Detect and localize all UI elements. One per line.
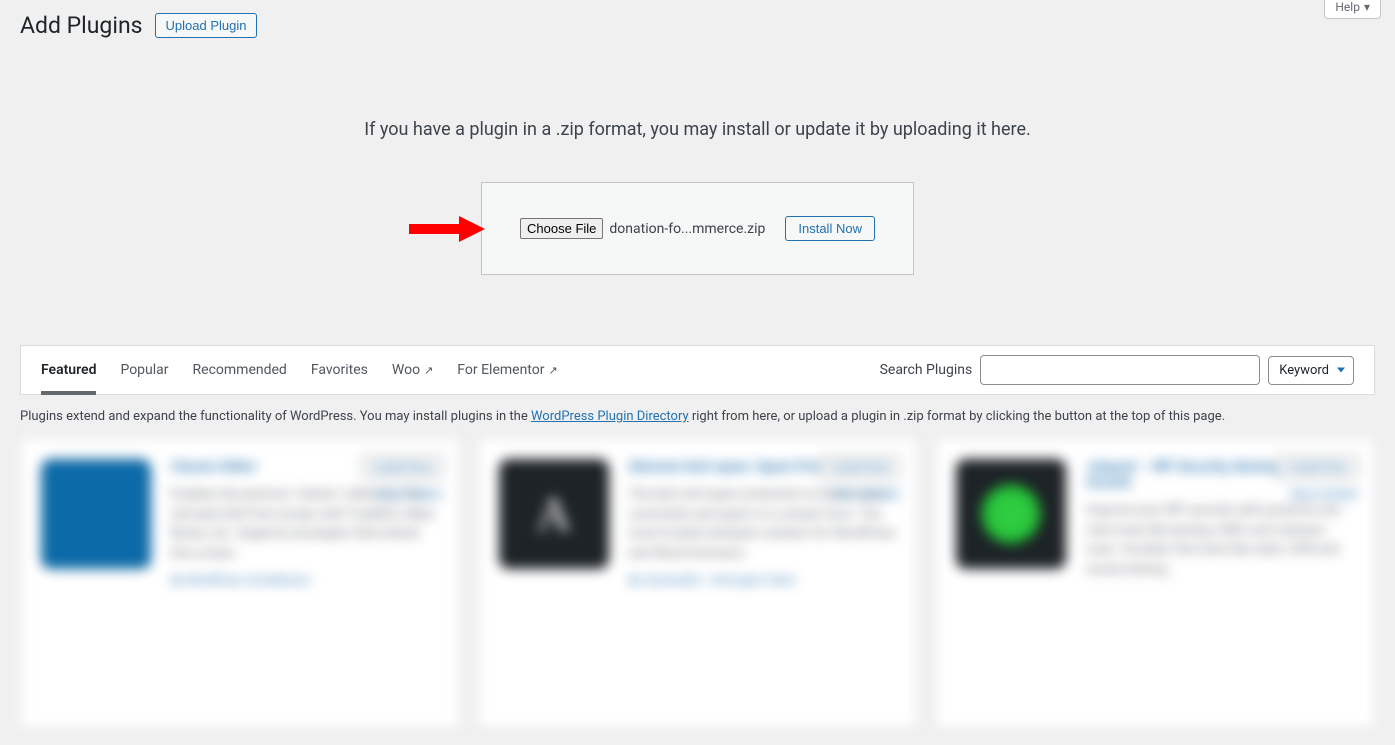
page-title: Add Plugins	[20, 12, 143, 39]
tab-popular[interactable]: Popular	[120, 346, 168, 394]
choose-file-button[interactable]: Choose File	[520, 218, 603, 239]
upload-plugin-button[interactable]: Upload Plugin	[155, 13, 258, 38]
plugin-card: Classic Editor Enables the previous "clas…	[20, 438, 460, 728]
help-tab-label: Help	[1335, 0, 1360, 14]
plugin-info: Akismet Anti-spam: Spam Protection The be…	[629, 459, 897, 707]
install-plugin-button[interactable]: Install Now	[362, 455, 443, 479]
external-link-icon: ↗	[424, 364, 433, 377]
tab-woo[interactable]: Woo ↗	[392, 346, 433, 394]
plugin-author: By Automattic - Anti-spam Team	[629, 573, 897, 587]
keyword-select[interactable]: Keyword	[1268, 356, 1354, 385]
tab-label: For Elementor	[457, 362, 544, 378]
plugin-title[interactable]: Akismet Anti-spam: Spam Protection	[629, 459, 897, 475]
tab-favorites[interactable]: Favorites	[311, 346, 368, 394]
plugin-actions: Install Now More Details	[1277, 455, 1358, 501]
plugins-description: Plugins extend and expand the functional…	[20, 395, 1375, 438]
plugin-icon	[41, 459, 151, 569]
tab-label: Favorites	[311, 362, 368, 378]
plugin-title[interactable]: Classic Editor	[171, 459, 439, 475]
arrow-annotation-icon	[407, 212, 485, 246]
upload-panel: If you have a plugin in a .zip format, y…	[20, 59, 1375, 305]
tab-label: Woo	[392, 362, 420, 378]
tabs-section: FeaturedPopularRecommendedFavoritesWoo↗F…	[20, 345, 1375, 395]
plugin-directory-link[interactable]: WordPress Plugin Directory	[531, 409, 689, 424]
plugin-title[interactable]: Jetpack – WP Security, Backup, Speed, & …	[1086, 459, 1354, 491]
plugin-grid: Classic Editor Enables the previous "clas…	[20, 438, 1375, 728]
tab-label: Featured	[41, 362, 96, 378]
search-area: Search Plugins Keyword	[880, 355, 1354, 385]
tab-for-elementor[interactable]: For Elementor ↗	[457, 346, 557, 394]
more-details-link[interactable]: More Details	[1291, 487, 1358, 501]
plugin-card: A Akismet Anti-spam: Spam Protection The b…	[478, 438, 918, 728]
search-input[interactable]	[980, 355, 1260, 385]
selected-file-name: donation-fo...mmerce.zip	[609, 221, 765, 237]
plugin-actions: Install Now More Details	[362, 455, 443, 501]
plugin-icon: A	[499, 459, 609, 569]
help-tab-button[interactable]: Help ▾	[1324, 0, 1381, 19]
tab-featured[interactable]: Featured	[41, 346, 96, 394]
install-plugin-button[interactable]: Install Now	[820, 455, 901, 479]
plugin-card: Jetpack – WP Security, Backup, Speed, & …	[935, 438, 1375, 728]
desc-prefix: Plugins extend and expand the functional…	[20, 409, 531, 424]
chevron-down-icon: ▾	[1364, 0, 1370, 14]
search-label: Search Plugins	[880, 362, 973, 378]
tabs-list: FeaturedPopularRecommendedFavoritesWoo↗F…	[41, 346, 558, 394]
plugin-info: Classic Editor Enables the previous "clas…	[171, 459, 439, 707]
upload-description: If you have a plugin in a .zip format, y…	[20, 119, 1375, 140]
plugin-actions: Install Now More Details	[820, 455, 901, 501]
plugin-info: Jetpack – WP Security, Backup, Speed, & …	[1086, 459, 1354, 707]
tab-label: Recommended	[193, 362, 287, 378]
more-details-link[interactable]: More Details	[833, 487, 900, 501]
desc-suffix: right from here, or upload a plugin in .…	[689, 409, 1226, 424]
plugin-description: Enables the previous "classic" editor an…	[171, 485, 439, 563]
plugin-description: The best anti-spam protection to block s…	[629, 485, 897, 563]
tab-recommended[interactable]: Recommended	[193, 346, 287, 394]
more-details-link[interactable]: More Details	[375, 487, 442, 501]
install-plugin-button[interactable]: Install Now	[1277, 455, 1358, 479]
external-link-icon: ↗	[548, 364, 557, 377]
upload-form: Choose File donation-fo...mmerce.zip Ins…	[481, 182, 914, 275]
keyword-select-label: Keyword	[1279, 363, 1329, 378]
plugin-icon	[956, 459, 1066, 569]
page-header: Add Plugins Upload Plugin Help ▾	[20, 0, 1375, 59]
plugin-author: By WordPress Contributors	[171, 573, 439, 587]
tab-label: Popular	[120, 362, 168, 378]
install-now-button[interactable]: Install Now	[785, 216, 875, 241]
plugin-description: Improve your WP security with powerful o…	[1086, 501, 1354, 579]
